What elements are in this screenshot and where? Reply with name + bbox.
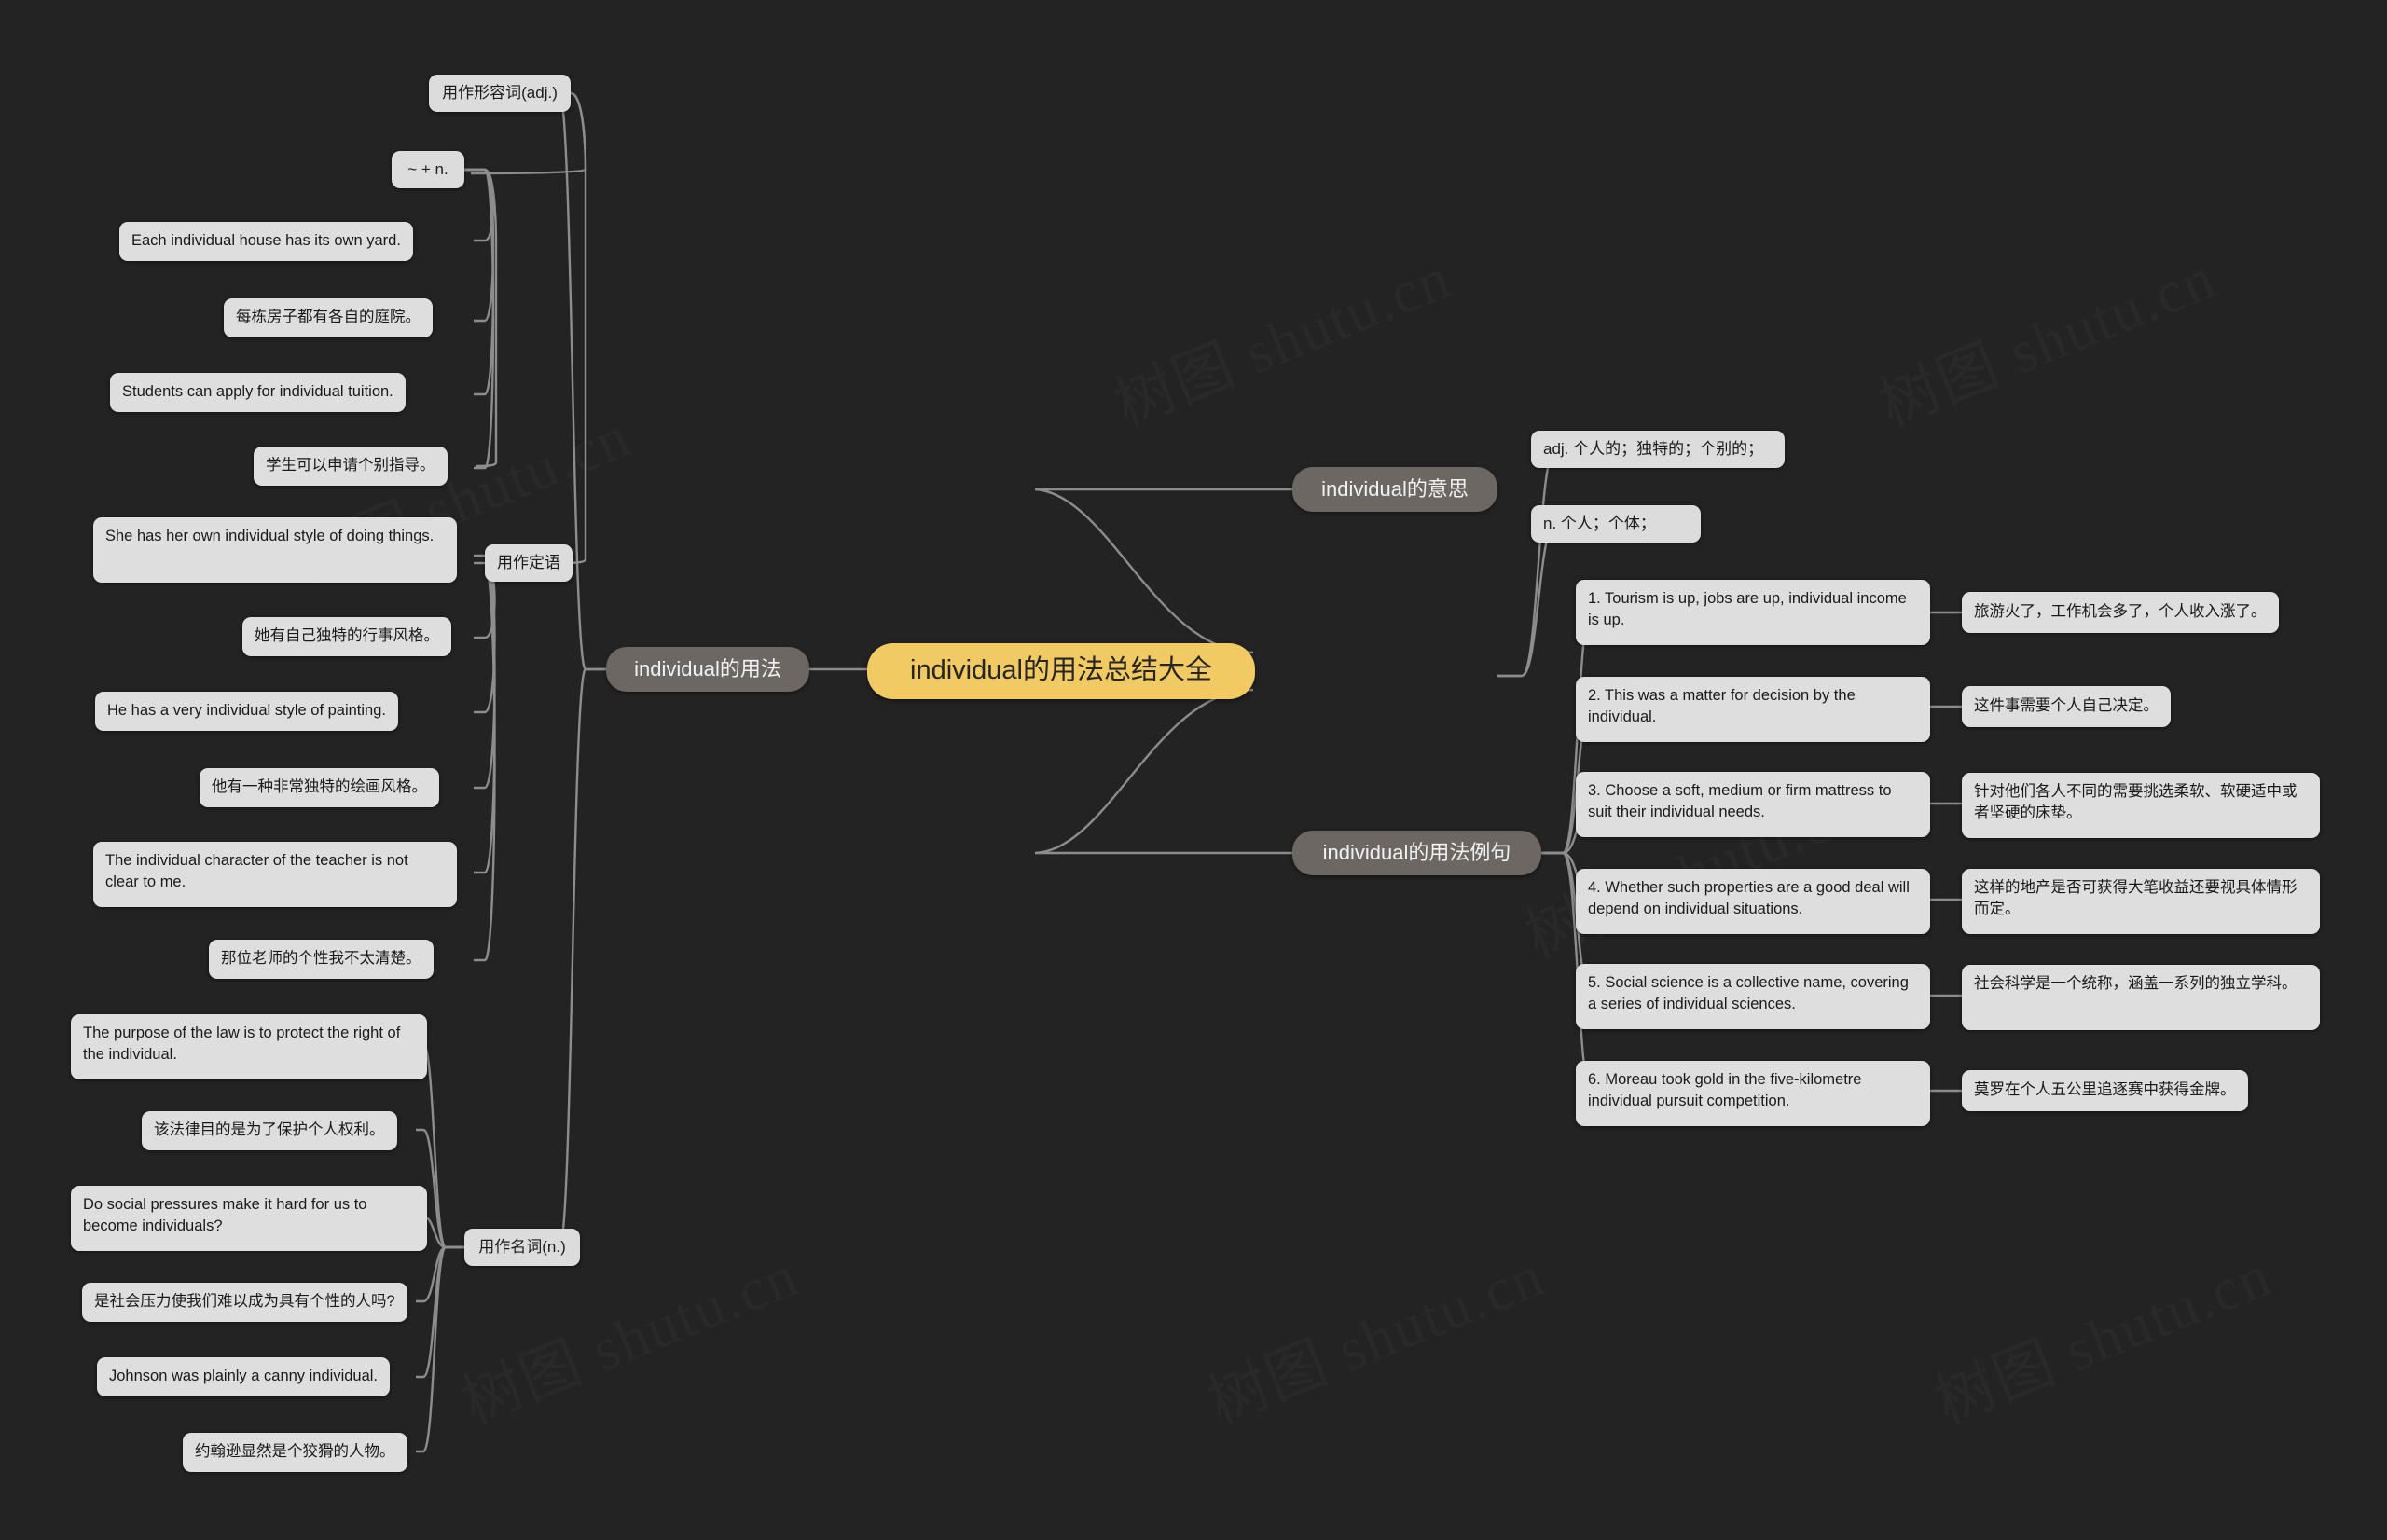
noun-en-1[interactable]: The purpose of the law is to protect the…	[71, 1014, 427, 1079]
watermark: 树图 shutu.cn	[1194, 1228, 1555, 1440]
meaning-chip-noun[interactable]: n. 个人；个体；	[1531, 505, 1701, 543]
example-cn-3[interactable]: 针对他们各人不同的需要挑选柔软、软硬适中或者坚硬的床垫。	[1962, 773, 2320, 838]
example-cn-5[interactable]: 社会科学是一个统称，涵盖一系列的独立学科。	[1962, 965, 2320, 1030]
adj-attr-en-3[interactable]: The individual character of the teacher …	[93, 842, 457, 907]
noun-en-2[interactable]: Do social pressures make it hard for us …	[71, 1186, 427, 1251]
branch-meaning[interactable]: individual的意思	[1292, 467, 1497, 512]
branch-examples[interactable]: individual的用法例句	[1292, 831, 1541, 875]
example-cn-4[interactable]: 这样的地产是否可获得大笔收益还要视具体情形而定。	[1962, 869, 2320, 934]
example-en-1[interactable]: 1. Tourism is up, jobs are up, individua…	[1576, 580, 1930, 645]
adj-pattern-en-1[interactable]: Each individual house has its own yard.	[119, 222, 413, 261]
noun-cn-1[interactable]: 该法律目的是为了保护个人权利。	[142, 1111, 397, 1150]
adj-attr-cn-2[interactable]: 他有一种非常独特的绘画风格。	[200, 768, 439, 807]
adj-attr-cn-1[interactable]: 她有自己独特的行事风格。	[242, 617, 451, 656]
example-cn-6[interactable]: 莫罗在个人五公里追逐赛中获得金牌。	[1962, 1070, 2248, 1111]
usage-adj-attributive-label[interactable]: 用作定语	[485, 544, 573, 582]
usage-noun-label[interactable]: 用作名词(n.)	[464, 1229, 580, 1266]
watermark: 树图 shutu.cn	[1865, 230, 2227, 443]
adj-attr-en-2[interactable]: He has a very individual style of painti…	[95, 692, 398, 731]
meaning-chip-adj[interactable]: adj. 个人的；独特的；个别的；	[1531, 431, 1785, 468]
branch-usage[interactable]: individual的用法	[606, 647, 809, 692]
usage-adj-pattern-label[interactable]: ~ + n.	[392, 151, 464, 188]
adj-attr-cn-3[interactable]: 那位老师的个性我不太清楚。	[209, 940, 434, 979]
example-en-5[interactable]: 5. Social science is a collective name, …	[1576, 964, 1930, 1029]
example-en-2[interactable]: 2. This was a matter for decision by the…	[1576, 677, 1930, 742]
watermark: 树图 shutu.cn	[1921, 1228, 2283, 1440]
noun-en-3[interactable]: Johnson was plainly a canny individual.	[97, 1357, 391, 1396]
noun-cn-3[interactable]: 约翰逊显然是个狡猾的人物。	[183, 1433, 407, 1472]
example-cn-1[interactable]: 旅游火了，工作机会多了，个人收入涨了。	[1962, 592, 2279, 633]
adj-pattern-en-2[interactable]: Students can apply for individual tuitio…	[110, 373, 406, 412]
example-en-3[interactable]: 3. Choose a soft, medium or firm mattres…	[1576, 772, 1930, 837]
watermark: 树图 shutu.cn	[1100, 230, 1462, 443]
usage-adjective-label[interactable]: 用作形容词(adj.)	[429, 75, 571, 112]
adj-pattern-cn-1[interactable]: 每栋房子都有各自的庭院。	[224, 298, 433, 337]
example-en-6[interactable]: 6. Moreau took gold in the five-kilometr…	[1576, 1061, 1930, 1126]
example-en-4[interactable]: 4. Whether such properties are a good de…	[1576, 869, 1930, 934]
adj-attr-en-1[interactable]: She has her own individual style of doin…	[93, 517, 457, 583]
root-node[interactable]: individual的用法总结大全	[867, 643, 1255, 699]
noun-cn-2[interactable]: 是社会压力使我们难以成为具有个性的人吗?	[82, 1283, 407, 1322]
example-cn-2[interactable]: 这件事需要个人自己决定。	[1962, 686, 2171, 727]
adj-pattern-cn-2[interactable]: 学生可以申请个别指导。	[254, 447, 448, 486]
